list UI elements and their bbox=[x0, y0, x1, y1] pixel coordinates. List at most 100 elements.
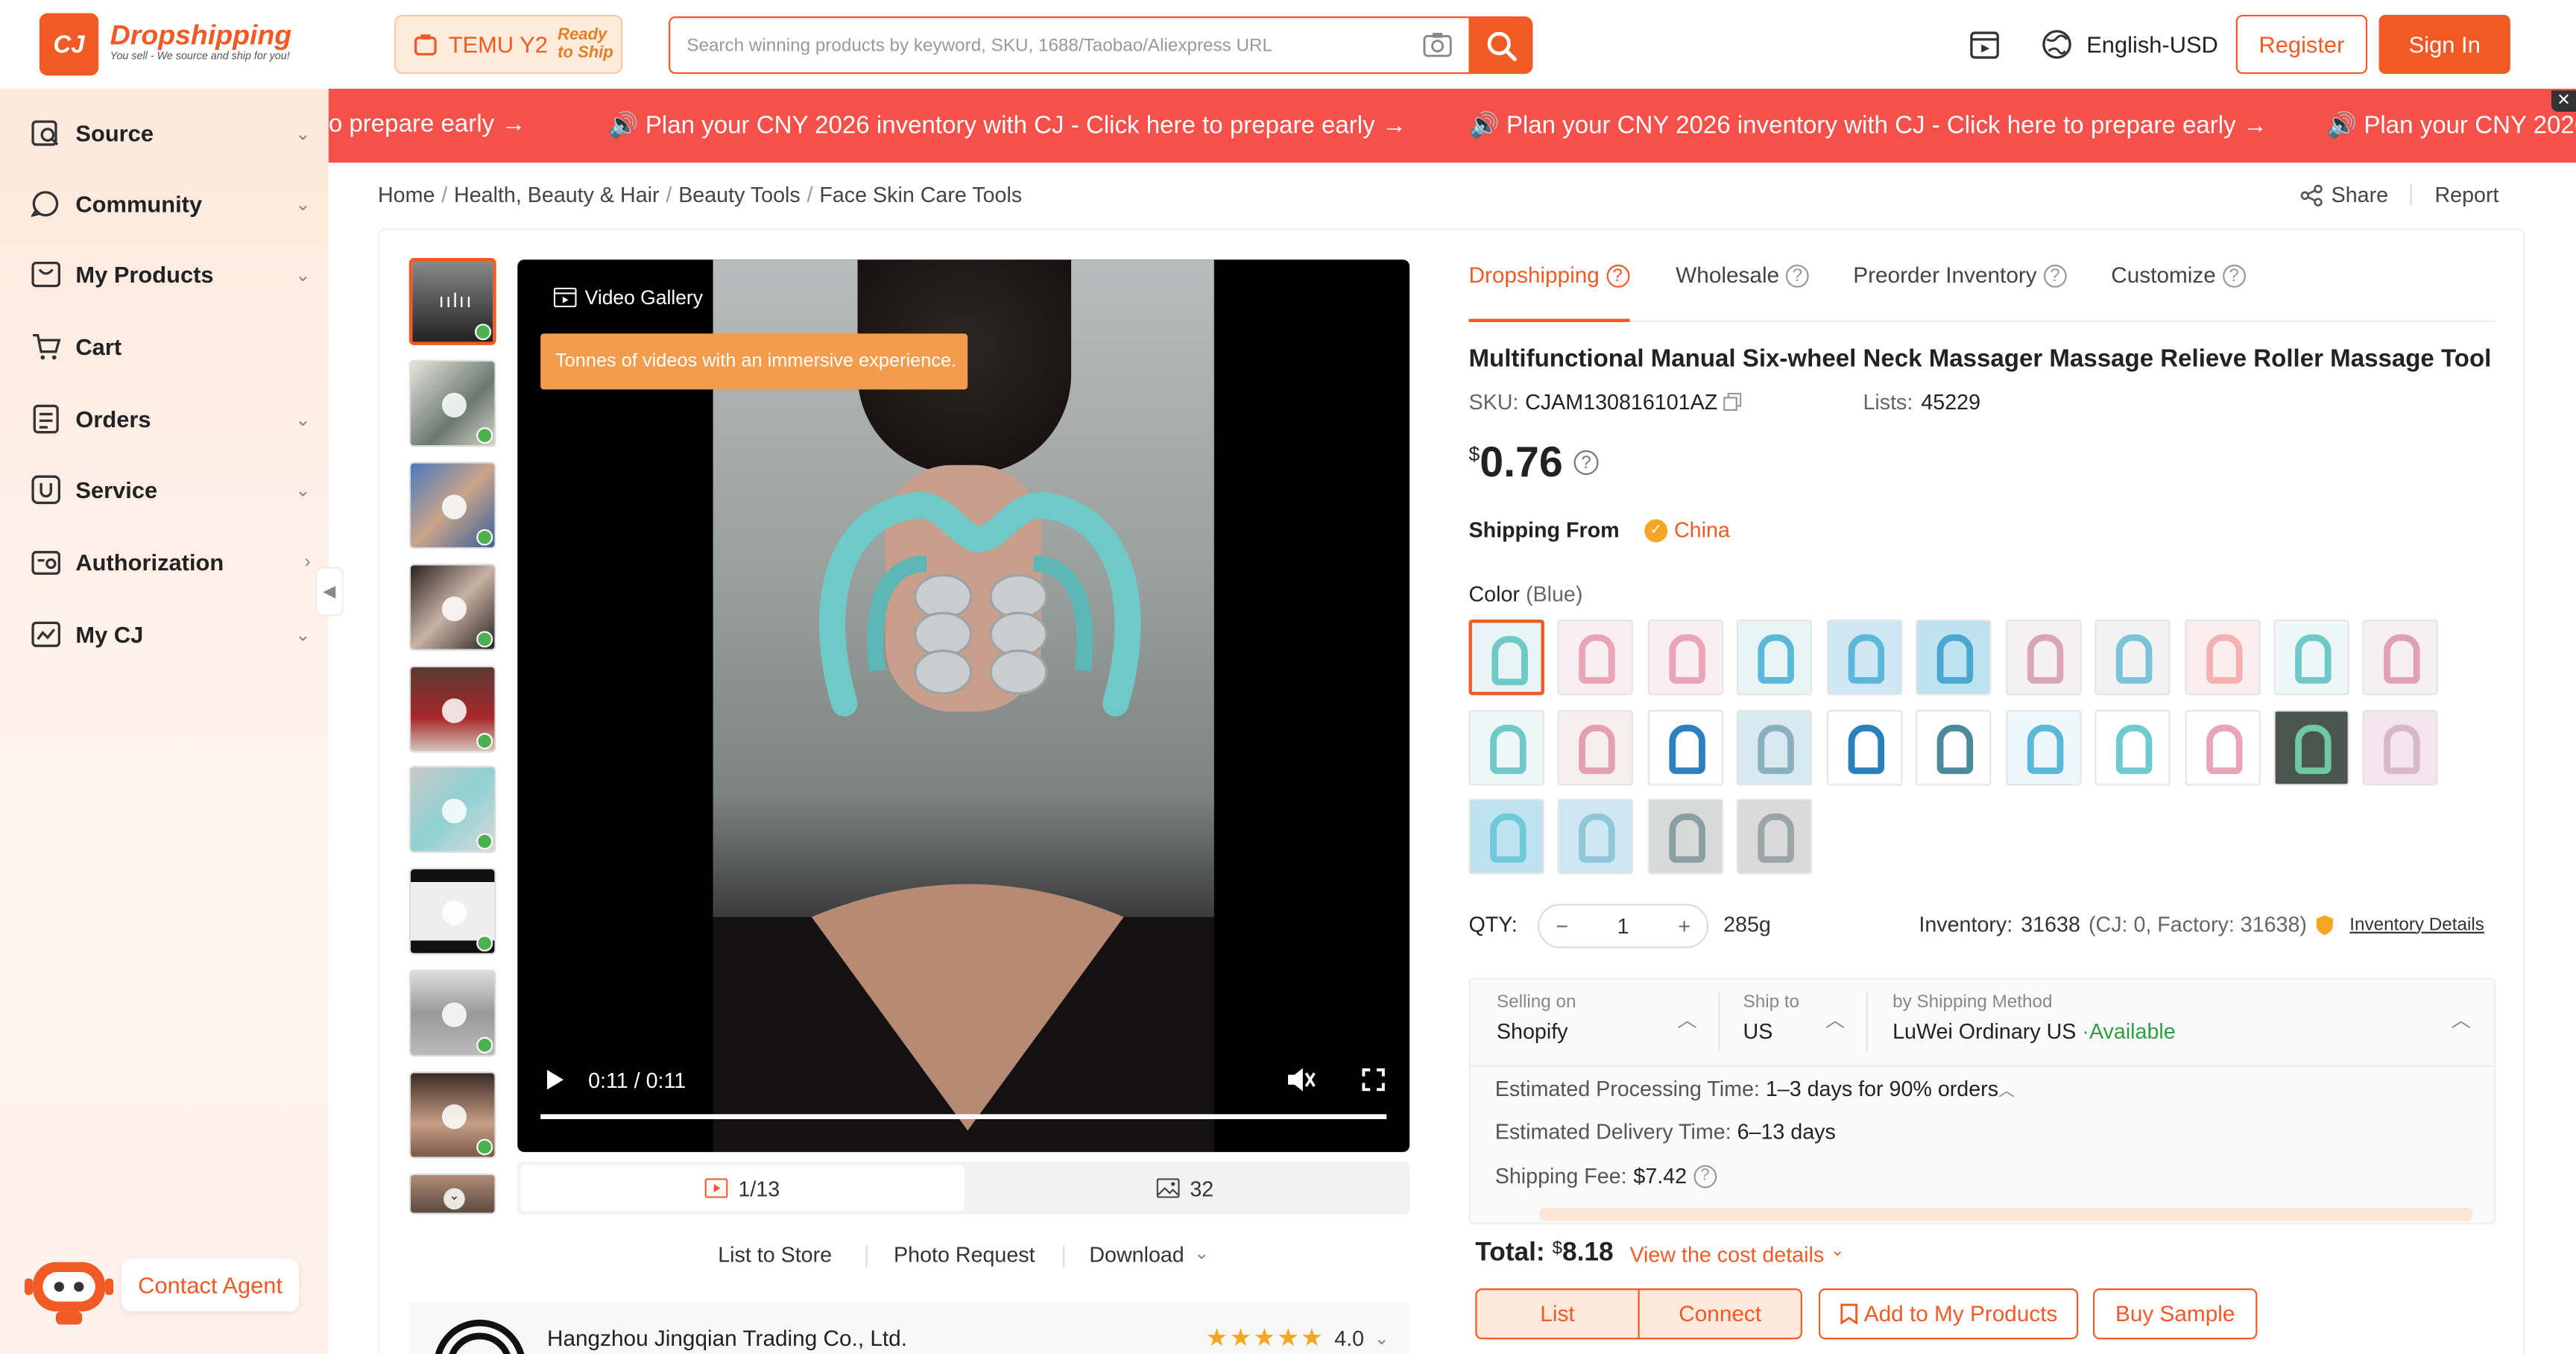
promo-banner[interactable]: o prepare early → 🔊 Plan your CNY 2026 i… bbox=[328, 89, 2576, 163]
color-swatch[interactable] bbox=[1557, 710, 1633, 786]
video-library-icon[interactable] bbox=[1969, 28, 2001, 60]
color-swatch[interactable] bbox=[1647, 619, 1724, 696]
color-swatch[interactable] bbox=[2094, 710, 2171, 786]
contact-agent-button[interactable]: Contact Agent bbox=[121, 1259, 300, 1312]
seller-name[interactable]: Hangzhou Jingqian Trading Co., Ltd. bbox=[547, 1326, 907, 1351]
breadcrumb-category[interactable]: Health, Beauty & Hair bbox=[454, 183, 660, 207]
color-swatch[interactable] bbox=[1826, 710, 1903, 786]
shipping-method-value[interactable]: LuWei Ordinary US ·Available bbox=[1892, 1019, 2176, 1044]
tab-customize[interactable]: Customize? bbox=[2111, 263, 2246, 288]
color-swatch[interactable] bbox=[1468, 710, 1544, 786]
copy-icon[interactable] bbox=[1724, 392, 1743, 412]
inventory-details-link[interactable]: Inventory Details bbox=[2349, 915, 2484, 934]
mute-icon[interactable] bbox=[1287, 1066, 1316, 1092]
sidebar-item-cart[interactable]: Cart bbox=[30, 322, 318, 371]
seller-rating[interactable]: ★★★★★ 4.0 ⌄ bbox=[1206, 1323, 1389, 1353]
tab-wholesale[interactable]: Wholesale? bbox=[1676, 263, 1809, 288]
tab-dropshipping[interactable]: Dropshipping? bbox=[1468, 263, 1629, 288]
video-progress-track[interactable] bbox=[540, 1114, 1387, 1119]
connect-button[interactable]: Connect bbox=[1638, 1288, 1802, 1340]
register-button[interactable]: Register bbox=[2235, 14, 2368, 75]
quantity-stepper[interactable]: − 1 + bbox=[1538, 904, 1709, 948]
color-swatch[interactable] bbox=[2362, 710, 2438, 786]
help-icon[interactable]: ? bbox=[2043, 263, 2067, 287]
color-swatch[interactable] bbox=[2362, 619, 2438, 696]
report-link[interactable]: Report bbox=[2434, 183, 2498, 207]
color-swatch[interactable] bbox=[1915, 710, 1992, 786]
share-button[interactable]: Share bbox=[2300, 183, 2388, 207]
thumbnail-video[interactable] bbox=[408, 766, 496, 853]
color-swatch[interactable] bbox=[2273, 710, 2349, 786]
list-button[interactable]: List bbox=[1475, 1288, 1640, 1340]
sidebar-item-my-products[interactable]: My Products ⌄ bbox=[30, 250, 318, 299]
photo-request-link[interactable]: Photo Request bbox=[894, 1242, 1035, 1267]
search-button[interactable] bbox=[1468, 16, 1533, 75]
help-icon[interactable]: ? bbox=[2222, 263, 2246, 287]
color-swatch[interactable] bbox=[1915, 619, 1992, 696]
temu-promo-button[interactable]: TEMU Y2 Ready to Ship bbox=[394, 14, 623, 75]
tab-images[interactable]: 32 bbox=[965, 1165, 1407, 1212]
cj-logo-icon[interactable]: CJ bbox=[39, 13, 99, 76]
chevron-up-icon[interactable]: ︿ bbox=[1825, 1006, 1845, 1033]
minus-icon[interactable]: − bbox=[1556, 913, 1568, 938]
add-to-my-products-button[interactable]: Add to My Products bbox=[1818, 1288, 2079, 1340]
color-swatch[interactable] bbox=[2273, 619, 2349, 696]
color-swatch[interactable] bbox=[1468, 799, 1544, 875]
chevron-up-icon[interactable]: ︿ bbox=[2452, 1006, 2471, 1033]
logo-name[interactable]: Dropshipping bbox=[110, 19, 292, 52]
help-icon[interactable]: ? bbox=[1785, 263, 1809, 287]
language-selector[interactable]: English-USD bbox=[2086, 31, 2218, 57]
color-swatch[interactable] bbox=[1557, 799, 1633, 875]
plus-icon[interactable]: + bbox=[1678, 913, 1690, 938]
sidebar-item-community[interactable]: Community ⌄ bbox=[30, 179, 318, 228]
thumbnail-video[interactable] bbox=[408, 564, 496, 651]
color-swatch[interactable] bbox=[1647, 710, 1724, 786]
camera-icon[interactable] bbox=[1423, 31, 1453, 57]
breadcrumb-home[interactable]: Home bbox=[378, 183, 435, 207]
buy-sample-button[interactable]: Buy Sample bbox=[2093, 1288, 2258, 1340]
seller-row[interactable]: Hangzhou Jingqian Trading Co., Ltd. ★★★★… bbox=[408, 1301, 1410, 1354]
video-player[interactable]: Video Gallery 0:11 / 0:11 bbox=[517, 259, 1410, 1153]
download-dropdown[interactable]: Download ⌄ bbox=[1089, 1242, 1209, 1267]
shipping-from-option[interactable]: ✓ China bbox=[1644, 517, 1730, 542]
color-swatch[interactable] bbox=[2006, 710, 2082, 786]
search-input[interactable]: Search winning products by keyword, SKU,… bbox=[669, 16, 1471, 75]
sidebar-item-service[interactable]: Service ⌄ bbox=[30, 465, 318, 514]
chevron-up-icon[interactable]: ︿ bbox=[1998, 1083, 2015, 1101]
thumbnail-video[interactable] bbox=[408, 665, 496, 753]
color-swatch[interactable] bbox=[1557, 619, 1633, 696]
thumbnail-video[interactable]: ⌄ bbox=[408, 1173, 496, 1215]
sidebar-item-my-cj[interactable]: My CJ ⌄ bbox=[30, 610, 318, 659]
sidebar-item-source[interactable]: Source ⌄ bbox=[30, 108, 318, 157]
color-swatch[interactable] bbox=[1736, 619, 1813, 696]
cost-details-link[interactable]: View the cost details ⌄ bbox=[1629, 1242, 1844, 1267]
video-gallery-button[interactable]: Video Gallery bbox=[553, 286, 703, 309]
tab-videos[interactable]: 1/13 bbox=[520, 1165, 965, 1212]
sidebar-item-orders[interactable]: Orders ⌄ bbox=[30, 394, 318, 444]
color-swatch[interactable] bbox=[1736, 799, 1813, 875]
globe-icon[interactable] bbox=[2040, 28, 2073, 60]
qty-value[interactable]: 1 bbox=[1617, 913, 1629, 938]
fullscreen-icon[interactable] bbox=[1362, 1068, 1385, 1092]
help-icon[interactable]: ? bbox=[1573, 450, 1599, 475]
play-icon[interactable] bbox=[546, 1068, 565, 1092]
chevron-up-icon[interactable]: ︿ bbox=[1677, 1006, 1696, 1033]
thumbnail-video[interactable] bbox=[408, 867, 496, 955]
ship-to-value[interactable]: US bbox=[1743, 1019, 1773, 1044]
color-swatch[interactable] bbox=[2185, 710, 2261, 786]
thumbnail-video[interactable] bbox=[408, 1071, 496, 1159]
breadcrumb-subcategory[interactable]: Beauty Tools bbox=[678, 183, 801, 207]
color-swatch[interactable] bbox=[2185, 619, 2261, 696]
help-icon[interactable]: ? bbox=[1693, 1164, 1717, 1188]
thumbnail-video[interactable] bbox=[408, 359, 496, 447]
help-icon[interactable]: ? bbox=[1606, 263, 1629, 287]
selling-on-value[interactable]: Shopify bbox=[1497, 1019, 1568, 1044]
sign-in-button[interactable]: Sign In bbox=[2378, 14, 2510, 75]
robot-agent-icon[interactable] bbox=[23, 1249, 115, 1328]
sidebar-collapse-handle[interactable]: ◀ bbox=[315, 567, 344, 617]
sidebar-item-authorization[interactable]: Authorization › bbox=[30, 538, 318, 587]
color-swatch[interactable] bbox=[1826, 619, 1903, 696]
thumbnail-video-selected[interactable]: ıılıı bbox=[408, 258, 496, 345]
banner-close-icon[interactable]: ✕ bbox=[2551, 90, 2576, 112]
chevron-down-icon[interactable]: ⌄ bbox=[443, 1188, 465, 1210]
